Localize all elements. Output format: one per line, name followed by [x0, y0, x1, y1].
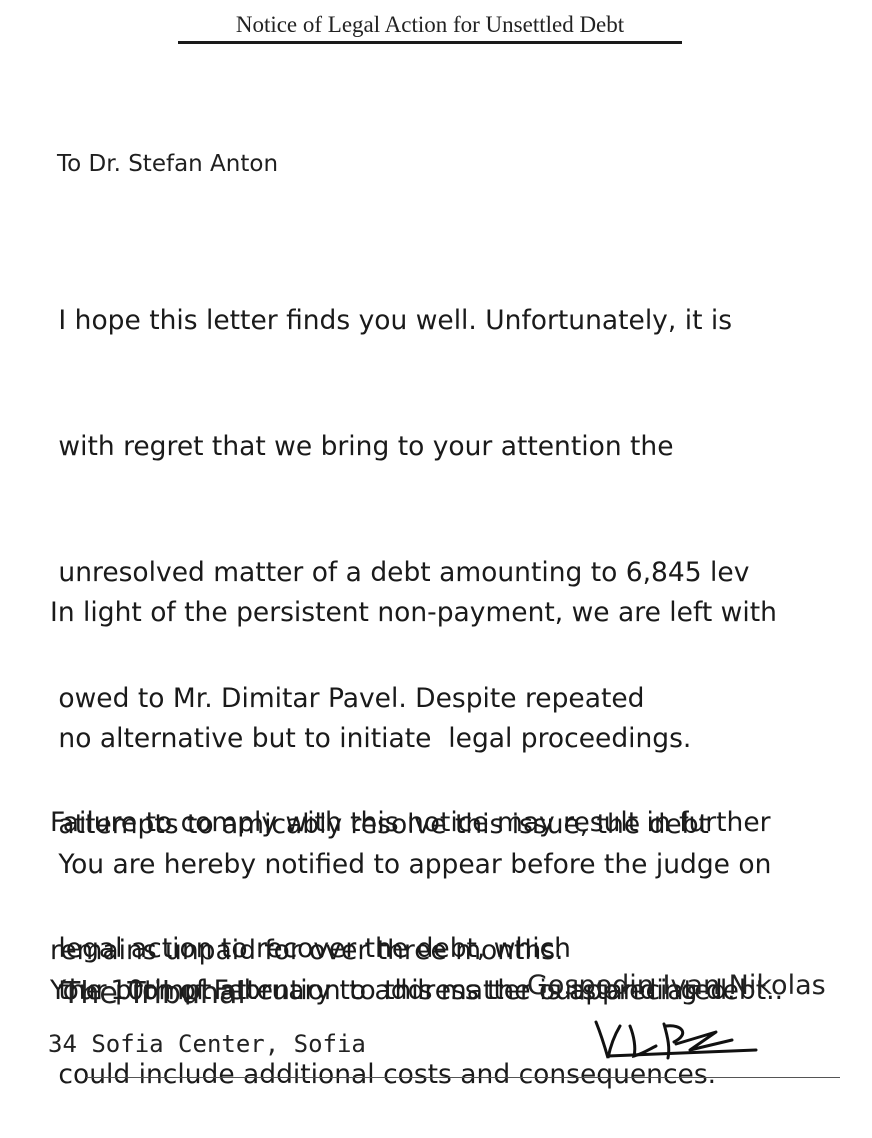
sender-address: 34 Sofia Center, Sofia	[48, 1030, 366, 1058]
paragraph-line: I hope this letter finds you well. Unfor…	[50, 305, 733, 336]
paragraph-line: In light of the persistent non-payment, …	[50, 597, 777, 628]
sender-organization: The Tribunal	[62, 976, 246, 1011]
handwritten-signature-icon	[594, 1020, 758, 1060]
title-underline	[178, 41, 682, 44]
bottom-divider	[86, 1077, 840, 1078]
signer-name: Gospodin Ivan Nikolas	[527, 970, 826, 1001]
salutation: To Dr. Stefan Anton	[57, 151, 279, 177]
paragraph-line: with regret that we bring to your attent…	[50, 431, 674, 462]
paragraph-line: Failure to comply with this notice may r…	[50, 807, 771, 838]
document-title: Notice of Legal Action for Unsettled Deb…	[235, 12, 625, 37]
